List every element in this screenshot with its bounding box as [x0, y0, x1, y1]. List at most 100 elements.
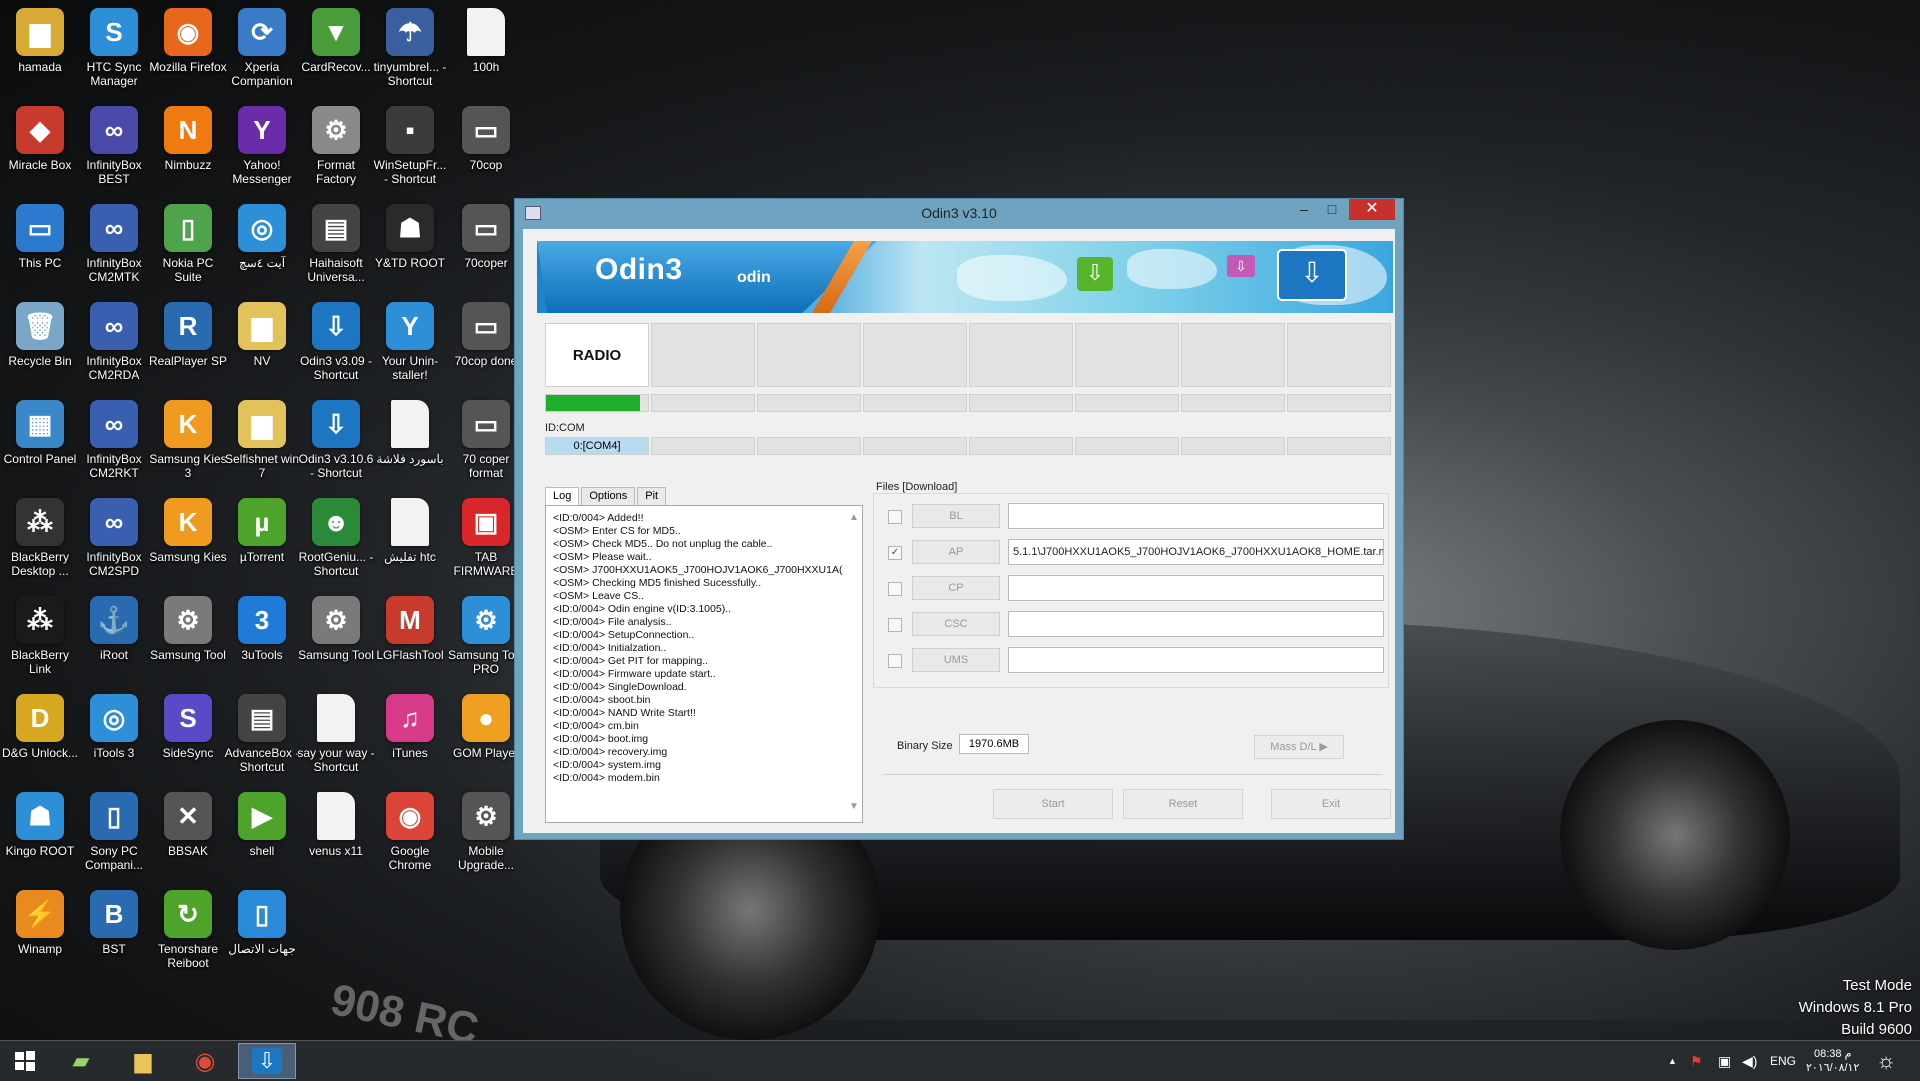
reset-button[interactable]: Reset — [1123, 789, 1243, 819]
desktop-icon[interactable]: say your way - Shortcut — [296, 690, 376, 790]
cp-checkbox[interactable] — [888, 582, 902, 596]
desktop-icon[interactable]: ⁂ BlackBerry Desktop ... — [0, 494, 80, 594]
desktop-icon[interactable]: ⟳ Xperia Companion — [222, 4, 302, 104]
csc-button[interactable]: CSC — [912, 612, 1000, 636]
desktop-icon[interactable]: ⚓ iRoot — [74, 592, 154, 692]
ums-path-field[interactable] — [1008, 647, 1384, 673]
log-box[interactable]: <ID:0/004> Added!! <OSM> Enter CS for MD5… — [545, 505, 863, 823]
desktop-icon[interactable]: S HTC Sync Manager — [74, 4, 154, 104]
desktop-icon[interactable]: R RealPlayer SP — [148, 298, 228, 398]
desktop-icon[interactable]: K Samsung Kies 3 — [148, 396, 228, 496]
desktop-icon[interactable]: ▯ Nokia PC Suite — [148, 200, 228, 300]
bl-path-field[interactable] — [1008, 503, 1384, 529]
clock[interactable]: 08:38 م ٢٠١٦/٠٨/١٢ — [1806, 1041, 1859, 1081]
language-indicator[interactable]: ENG — [1770, 1041, 1796, 1081]
desktop-icon[interactable]: ⚡ Winamp — [0, 886, 80, 986]
desktop-icon[interactable]: 100h — [446, 4, 526, 104]
desktop-icon[interactable]: ▤ AdvanceBox - Shortcut — [222, 690, 302, 790]
tab-options[interactable]: Options — [581, 487, 636, 505]
desktop-icon[interactable]: 3 3uTools — [222, 592, 302, 692]
desktop-icon[interactable]: ☂ tinyumbrel... - Shortcut — [370, 4, 450, 104]
taskbar-app-odin[interactable]: ⇩ — [238, 1043, 296, 1079]
desktop-icon[interactable]: ▯ Sony PC Compani... — [74, 788, 154, 888]
desktop-icon[interactable]: باسورد فلاشة — [370, 396, 450, 496]
desktop-icon[interactable]: ▯ جهات الاتصال — [222, 886, 302, 986]
taskbar-app-hardware[interactable]: ▰ — [52, 1043, 110, 1079]
desktop-icon[interactable]: ∞ InfinityBox CM2SPD — [74, 494, 154, 594]
action-center-flag-icon[interactable]: ⚑ — [1690, 1041, 1703, 1081]
desktop-icon[interactable]: ⚙ Format Factory — [296, 102, 376, 202]
maximize-button[interactable]: □ — [1317, 199, 1347, 221]
scroll-down-icon[interactable]: ▼ — [849, 801, 859, 812]
desktop-icon[interactable]: ◉ Mozilla Firefox — [148, 4, 228, 104]
ap-checkbox[interactable]: ✓ — [888, 546, 902, 560]
desktop-icon[interactable]: K Samsung Kies — [148, 494, 228, 594]
cp-button[interactable]: CP — [912, 576, 1000, 600]
start-button-windows[interactable] — [0, 1043, 50, 1079]
desktop-icon[interactable]: Y Your Unin-staller! — [370, 298, 450, 398]
desktop-icon[interactable]: ↻ Tenorshare Reiboot — [148, 886, 228, 986]
desktop-icon[interactable]: ⇩ Odin3 v3.09 - Shortcut — [296, 298, 376, 398]
desktop-icon[interactable]: ▤ Haihaisoft Universa... — [296, 200, 376, 300]
desktop-icon[interactable]: ◆ Miracle Box — [0, 102, 80, 202]
desktop-icon[interactable]: ∞ InfinityBox CM2RDA — [74, 298, 154, 398]
mass-dl-button[interactable]: Mass D/L ▶ — [1254, 735, 1344, 759]
brightness-icon[interactable]: ☼ — [1876, 1041, 1896, 1081]
csc-path-field[interactable] — [1008, 611, 1384, 637]
minimize-button[interactable]: – — [1289, 199, 1319, 221]
desktop-icon[interactable]: ▪ WinSetupFr... - Shortcut — [370, 102, 450, 202]
desktop-icon[interactable]: 🗑 Recycle Bin — [0, 298, 80, 398]
desktop-icon[interactable]: ◎ iTools 3 — [74, 690, 154, 790]
desktop-icon[interactable]: ☗ Kingo ROOT — [0, 788, 80, 888]
ap-button[interactable]: AP — [912, 540, 1000, 564]
desktop-icon[interactable]: ▆ Selfishnet win 7 — [222, 396, 302, 496]
desktop-icon[interactable]: ∞ InfinityBox CM2MTK — [74, 200, 154, 300]
desktop-icon[interactable]: ∞ InfinityBox BEST — [74, 102, 154, 202]
tab-log[interactable]: Log — [545, 487, 580, 507]
desktop-icon[interactable]: ⁂ BlackBerry Link — [0, 592, 80, 692]
csc-checkbox[interactable] — [888, 618, 902, 632]
desktop-icon[interactable]: ▆ NV — [222, 298, 302, 398]
volume-icon[interactable]: ◀) — [1742, 1041, 1757, 1081]
network-icon[interactable]: ▣ — [1718, 1041, 1731, 1081]
tray-overflow-button[interactable]: ▲ — [1668, 1041, 1677, 1081]
desktop-icon[interactable]: ◉ Google Chrome — [370, 788, 450, 888]
ap-path-field[interactable]: 5.1.1\J700HXXU1AOK5_J700HOJV1AOK6_J700HX… — [1008, 539, 1384, 565]
exit-button[interactable]: Exit — [1271, 789, 1391, 819]
desktop-icon[interactable]: ▭ This PC — [0, 200, 80, 300]
taskbar-app-explorer[interactable]: ▆ — [114, 1043, 172, 1079]
desktop-icon[interactable]: B BST — [74, 886, 154, 986]
desktop-icon[interactable]: µ µTorrent — [222, 494, 302, 594]
desktop-icon[interactable]: ▭ 70cop — [446, 102, 526, 202]
taskbar-app-chrome[interactable]: ◉ — [176, 1043, 234, 1079]
desktop-icon[interactable]: S SideSync — [148, 690, 228, 790]
desktop-icon[interactable]: M LGFlashTool — [370, 592, 450, 692]
desktop-icon[interactable]: ♫ iTunes — [370, 690, 450, 790]
tab-pit[interactable]: Pit — [637, 487, 667, 505]
desktop-icon[interactable]: ▦ Control Panel — [0, 396, 80, 496]
desktop-icon[interactable]: ⚙ Samsung Tool — [296, 592, 376, 692]
ums-button[interactable]: UMS — [912, 648, 1000, 672]
close-button[interactable]: ✕ — [1349, 199, 1395, 220]
scroll-up-icon[interactable]: ▲ — [849, 512, 859, 523]
desktop-icon[interactable]: ☻ RootGeniu... - Shortcut — [296, 494, 376, 594]
desktop-icon[interactable]: ☗ Y&TD ROOT — [370, 200, 450, 300]
desktop-icon[interactable]: Y Yahoo! Messenger — [222, 102, 302, 202]
desktop-icon[interactable]: ✕ BBSAK — [148, 788, 228, 888]
bl-button[interactable]: BL — [912, 504, 1000, 528]
desktop-icon[interactable]: تفليش htc — [370, 494, 450, 594]
desktop-icon[interactable]: ▼ CardRecov... — [296, 4, 376, 104]
cp-path-field[interactable] — [1008, 575, 1384, 601]
desktop-icon[interactable]: ▶ shell — [222, 788, 302, 888]
desktop-icon[interactable]: venus x11 — [296, 788, 376, 888]
desktop-icon[interactable]: ⇩ Odin3 v3.10.6 - Shortcut — [296, 396, 376, 496]
ums-checkbox[interactable] — [888, 654, 902, 668]
desktop-icon[interactable]: ◎ آیت ٤سچ — [222, 200, 302, 300]
desktop-icon[interactable]: ∞ InfinityBox CM2RKT — [74, 396, 154, 496]
bl-checkbox[interactable] — [888, 510, 902, 524]
desktop-icon[interactable]: D D&G Unlock... — [0, 690, 80, 790]
log-scrollbar[interactable]: ▲ ▼ — [849, 512, 859, 812]
desktop-icon[interactable]: ▆ hamada — [0, 4, 80, 104]
start-button[interactable]: Start — [993, 789, 1113, 819]
desktop-icon[interactable]: ⚙ Samsung Tool — [148, 592, 228, 692]
